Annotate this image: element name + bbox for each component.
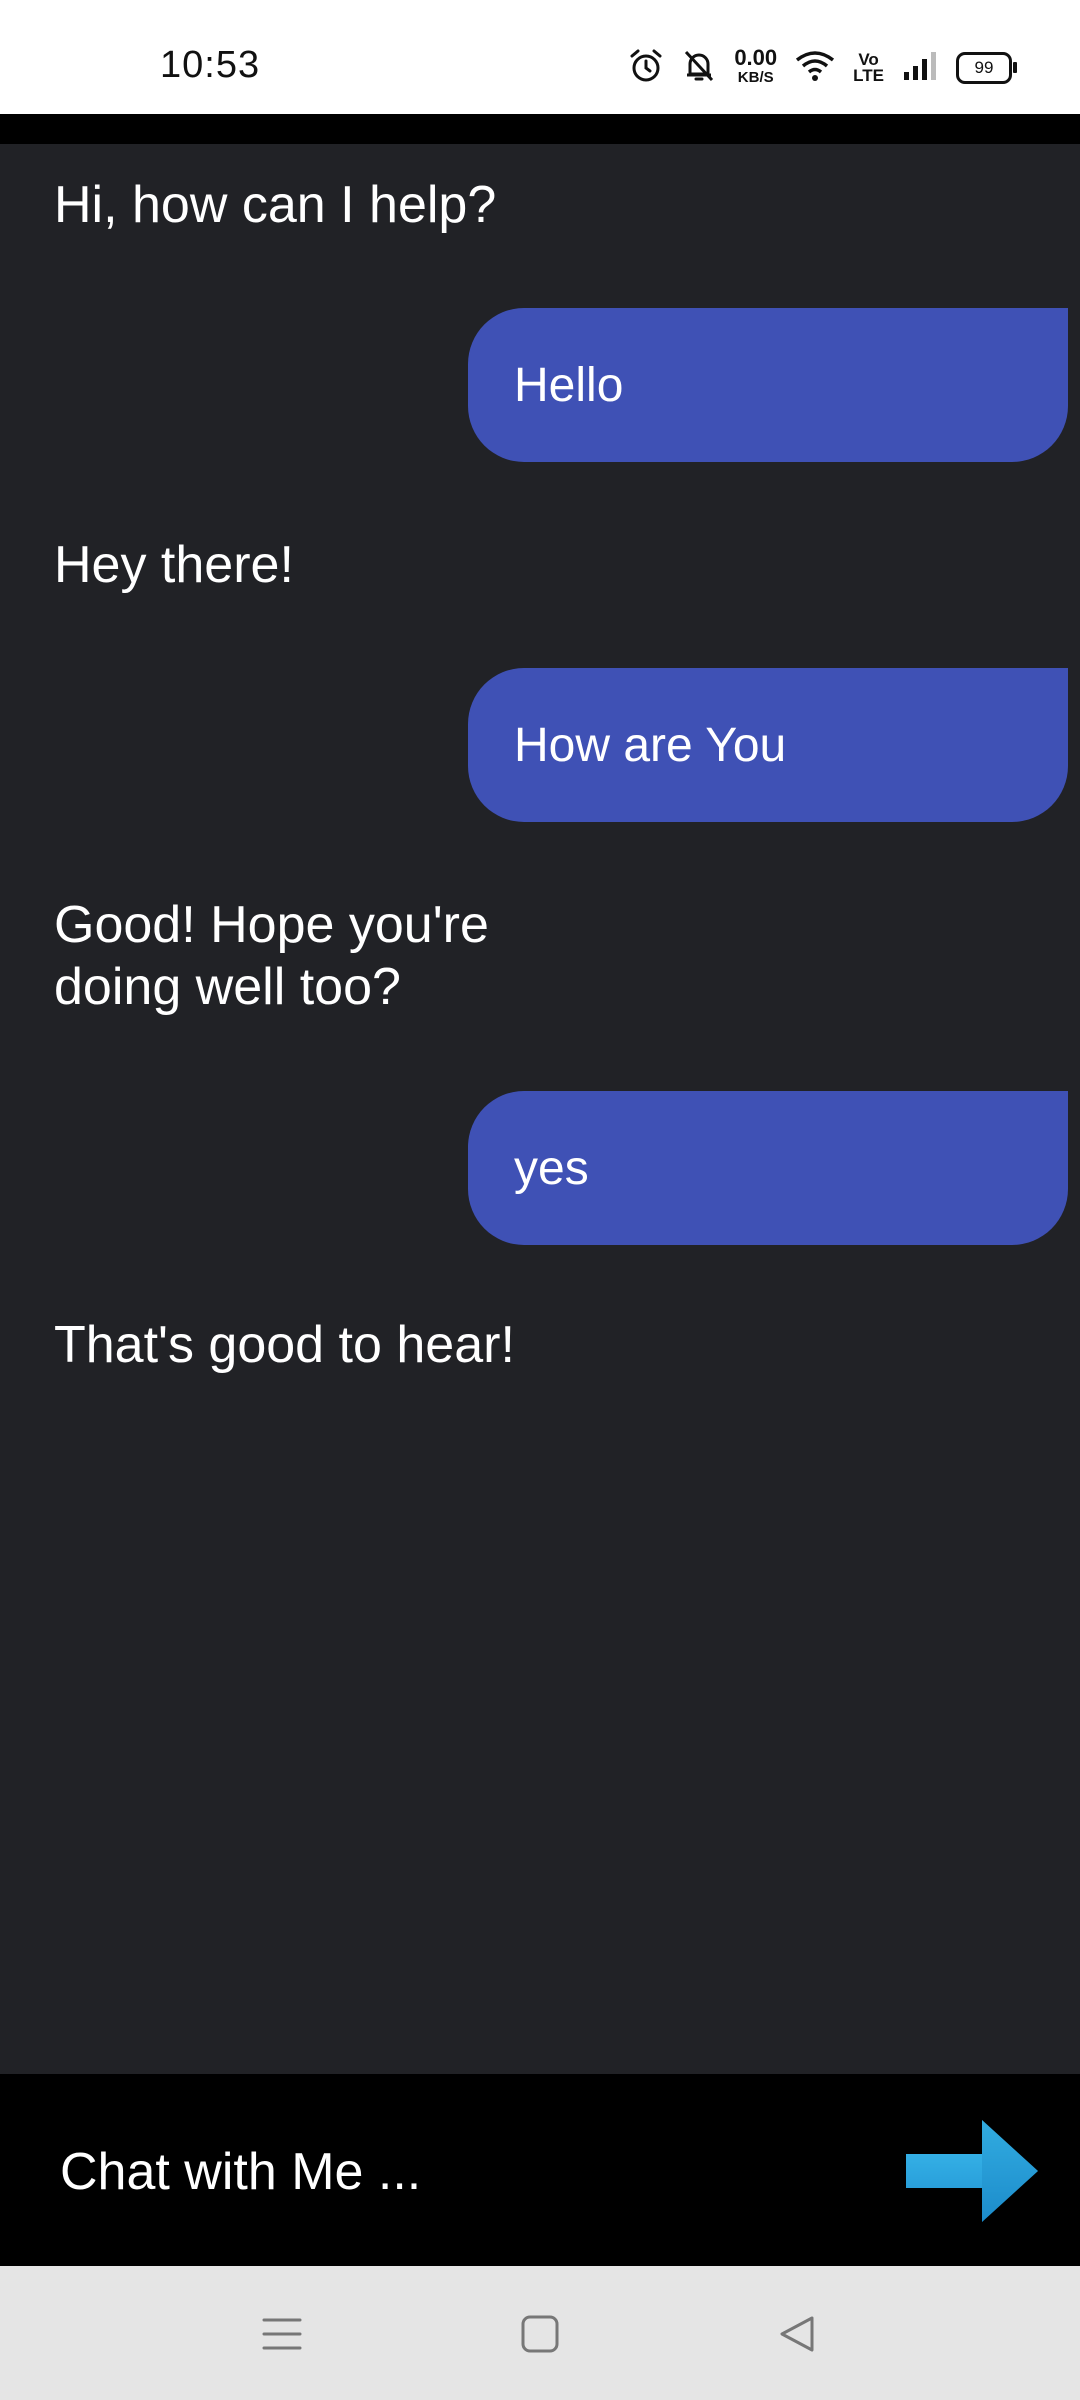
network-speed: 0.00 KB/S — [734, 45, 778, 88]
menu-icon — [262, 2318, 302, 2350]
volte-bottom: LTE — [853, 66, 884, 85]
back-triangle-icon — [780, 2316, 814, 2352]
chat-message-list[interactable]: Hi, how can I help? Hello Hey there! How… — [0, 144, 1080, 2074]
volte-indicator: Vo LTE — [853, 51, 884, 85]
chat-input[interactable] — [60, 2132, 760, 2212]
bot-message: Hey there! — [54, 536, 294, 594]
app-top-strip — [0, 114, 1080, 144]
network-speed-value: 0.00 — [734, 45, 778, 70]
status-time: 10:53 — [160, 44, 261, 86]
signal-icon — [902, 50, 938, 87]
back-button[interactable] — [774, 2310, 822, 2358]
bot-message: Good! Hope you're doing well too? — [54, 896, 489, 1016]
status-icons: 0.00 KB/S Vo LTE 99 — [610, 45, 1017, 90]
chat-input-bar — [0, 2074, 1080, 2266]
bell-muted-icon — [682, 48, 716, 89]
arrow-right-icon — [906, 2120, 1038, 2222]
battery-icon: 99 — [956, 52, 1017, 84]
send-button[interactable] — [900, 2116, 1044, 2226]
menu-button[interactable] — [258, 2310, 306, 2358]
user-message-bubble: Hello — [468, 308, 1068, 462]
system-navigation-bar — [0, 2266, 1080, 2400]
home-button[interactable] — [516, 2310, 564, 2358]
user-message-bubble: How are You — [468, 668, 1068, 822]
status-bar: 10:53 0.00 KB/S Vo LTE 99 — [0, 0, 1080, 114]
network-speed-unit: KB/S — [737, 69, 774, 86]
user-message-bubble: yes — [468, 1091, 1068, 1245]
alarm-icon — [628, 48, 664, 89]
wifi-icon — [795, 50, 835, 87]
bot-message: That's good to hear! — [54, 1316, 515, 1374]
home-square-icon — [521, 2315, 559, 2353]
bot-message: Hi, how can I help? — [54, 176, 497, 234]
